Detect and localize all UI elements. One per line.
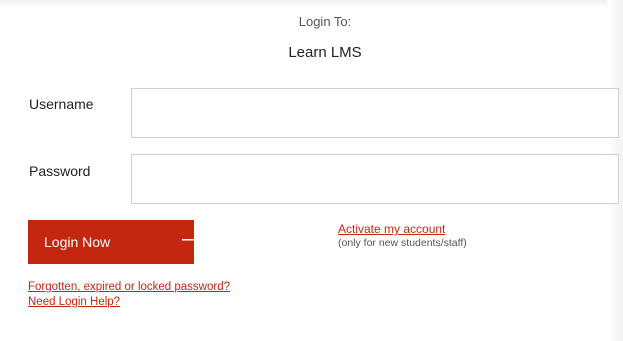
login-now-button[interactable]: Login Now ⟶ — [28, 220, 204, 264]
arrow-right-icon: ⟶ — [181, 232, 204, 249]
username-input[interactable] — [131, 88, 619, 138]
site-title: Learn LMS — [288, 44, 362, 61]
login-to-caption: Login To: — [298, 14, 352, 29]
password-input[interactable] — [131, 154, 619, 204]
login-help-link[interactable]: Need Login Help? — [28, 296, 120, 308]
password-label: Password — [29, 163, 91, 179]
login-now-label: Login Now — [44, 234, 111, 250]
login-panel: Login To: Learn LMS Username Password Lo… — [0, 0, 623, 341]
activate-account-link[interactable]: Activate my account — [338, 222, 445, 236]
username-label: Username — [29, 96, 94, 112]
top-shadow — [0, 0, 623, 8]
activate-account-note: (only for new students/staff) — [338, 237, 467, 249]
forgotten-password-link[interactable]: Forgotten, expired or locked password? — [28, 281, 230, 293]
